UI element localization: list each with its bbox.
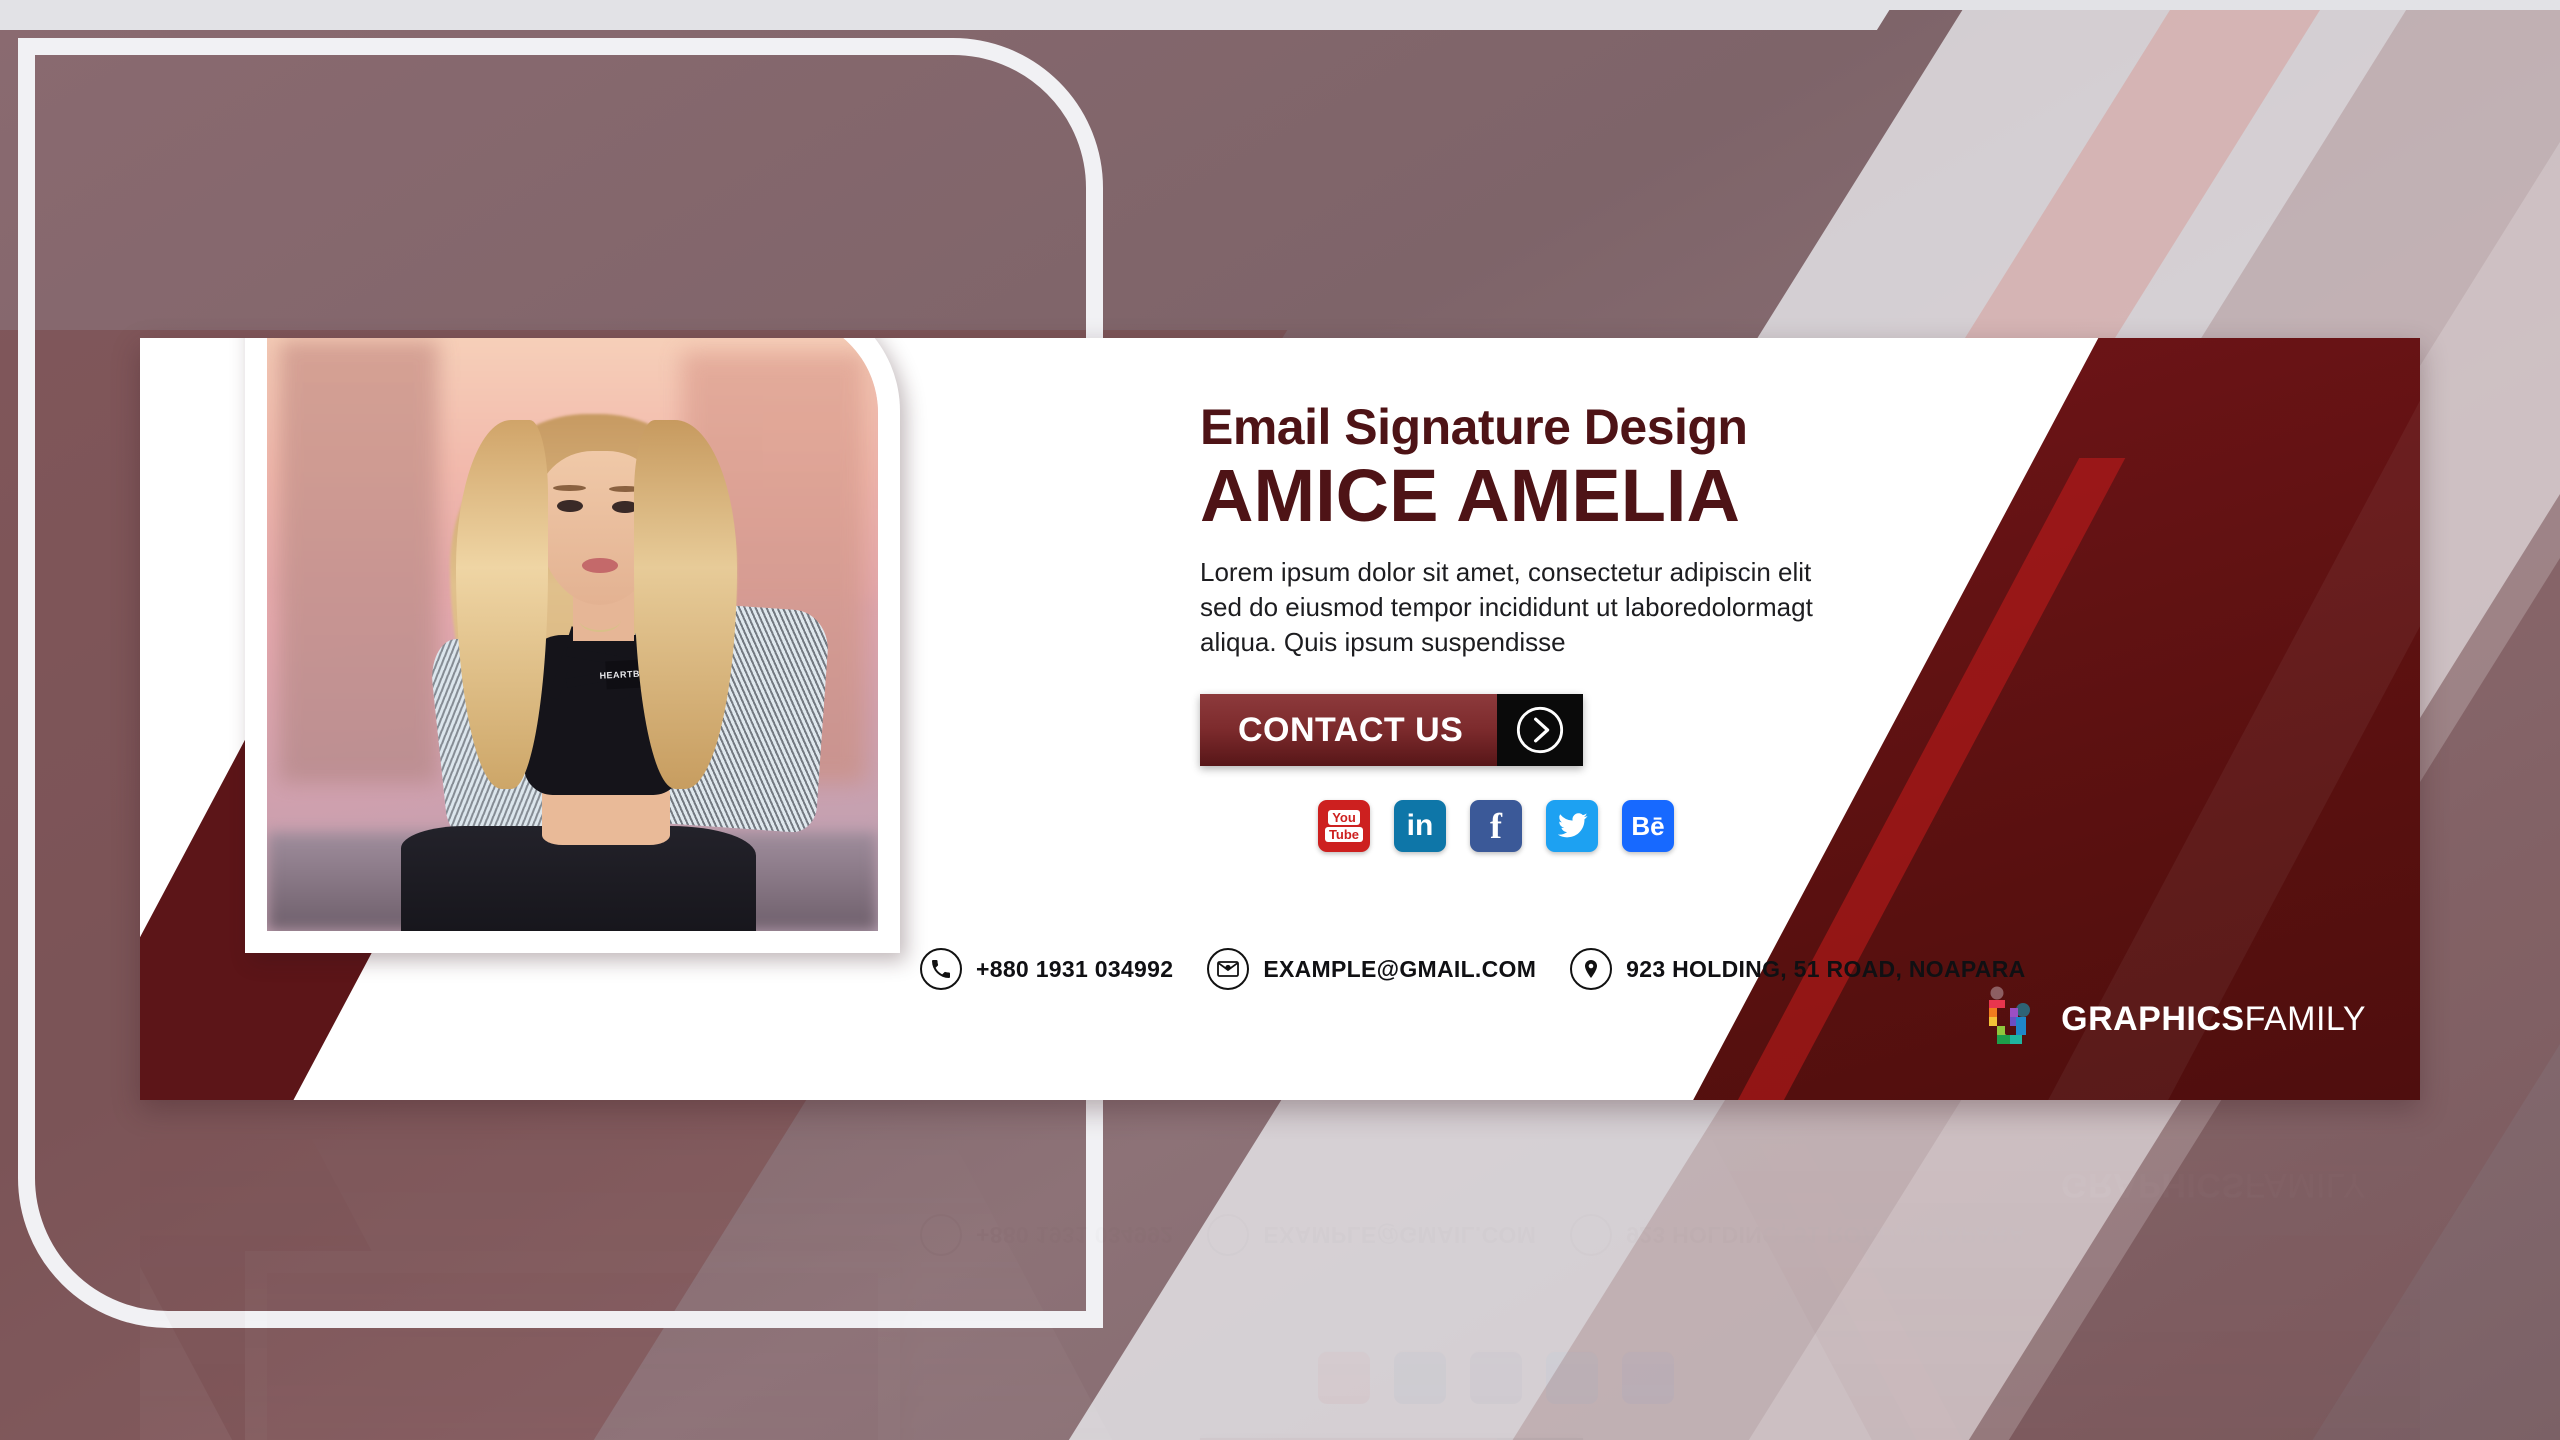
graphicsfamily-logo-mark [1979, 986, 2045, 1052]
contact-item-phone[interactable]: +880 1931 034992 [920, 948, 1173, 990]
location-pin-icon [1570, 948, 1613, 990]
contact-phone-value: +880 1931 034992 [976, 955, 1174, 982]
facebook-icon: f [1490, 806, 1502, 847]
graphicsfamily-logo-text: GRAPHICSFAMILY [2061, 1000, 2366, 1039]
contact-us-label: CONTACT US [1200, 694, 1498, 767]
contact-email-value: EXAMPLE@GMAIL.COM [1263, 955, 1537, 982]
graphicsfamily-logo[interactable]: GRAPHICSFAMILY [1979, 986, 2366, 1052]
photo-building-left [279, 339, 439, 784]
circle-chevron-right-icon [1497, 694, 1584, 767]
social-link-behance[interactable]: Bē [1622, 800, 1674, 853]
signature-subtitle: Email Signature Design [1200, 399, 1748, 455]
social-link-facebook[interactable]: f [1470, 800, 1522, 853]
signature-name: AMICE AMELIA [1200, 454, 1740, 537]
signature-description: Lorem ipsum dolor sit amet, consectetur … [1200, 556, 1813, 658]
contact-item-address[interactable]: 923 HOLDING, 51 ROAD, NOAPARA [1570, 948, 2025, 990]
social-links: You Tube in f Bē [1318, 800, 2200, 853]
social-link-youtube[interactable]: You Tube [1318, 800, 1370, 853]
logo-brand-light: FAMILY [2244, 999, 2366, 1038]
social-link-linkedin[interactable]: in [1394, 800, 1446, 853]
contact-item-email[interactable]: EXAMPLE@GMAIL.COM [1207, 948, 1536, 990]
contact-us-button[interactable]: CONTACT US [1200, 694, 1584, 767]
email-signature-banner: HEARTBREAK 8 Email Signature Design AMIC… [140, 338, 2420, 1100]
youtube-icon-top: You [1328, 810, 1360, 826]
background-band-gray-stripe [0, 0, 2560, 10]
social-link-twitter[interactable] [1546, 800, 1598, 853]
email-icon [1207, 948, 1250, 990]
behance-icon: Bē [1631, 810, 1665, 841]
profile-photo: HEARTBREAK 8 [267, 338, 878, 931]
photo-eye-left [557, 499, 583, 513]
signature-content: Email Signature Design AMICE AMELIA Lore… [1200, 399, 2200, 853]
phone-icon [920, 948, 962, 990]
youtube-icon-bottom: Tube [1324, 827, 1364, 843]
contact-address-value: 923 HOLDING, 51 ROAD, NOAPARA [1626, 955, 2026, 982]
youtube-icon: You Tube [1324, 810, 1364, 843]
logo-brand-bold: GRAPHICS [2061, 999, 2245, 1038]
contact-info-row: +880 1931 034992 EXAMPLE@GMAIL.COM 923 H… [920, 948, 2060, 990]
linkedin-icon: in [1406, 809, 1434, 843]
profile-photo-card: HEARTBREAK 8 [245, 338, 900, 953]
twitter-icon [1557, 813, 1588, 838]
